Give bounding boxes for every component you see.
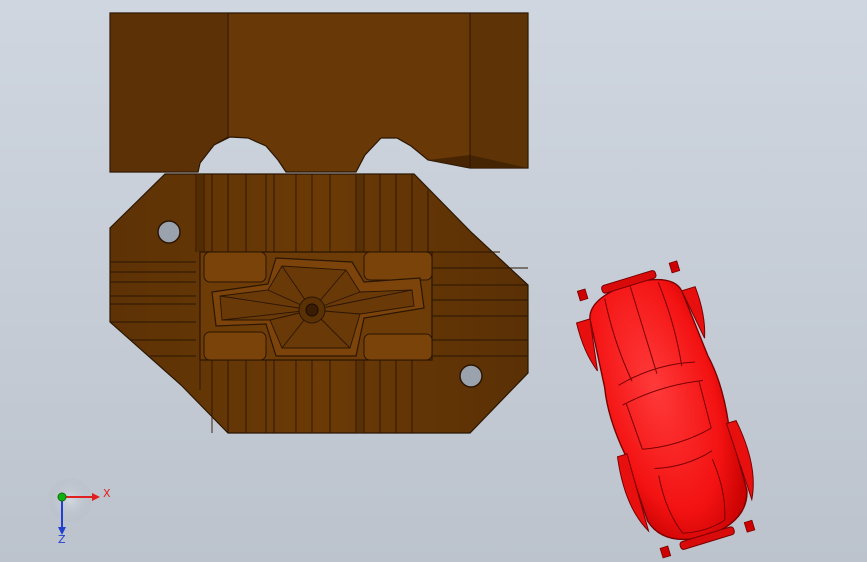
- mold-lower-half[interactable]: [109, 173, 529, 434]
- guide-hole-bottom-right: [459, 364, 483, 388]
- viewport-canvas[interactable]: X Z: [0, 0, 867, 562]
- mold-upper-half[interactable]: [109, 12, 529, 173]
- cavity-block[interactable]: [199, 251, 433, 361]
- z-axis-label: Z: [58, 533, 66, 546]
- toy-car[interactable]: [565, 257, 771, 562]
- x-axis-label: X: [103, 487, 111, 500]
- 3d-viewport[interactable]: X Z: [0, 0, 867, 562]
- reference-triad[interactable]: X Z: [48, 478, 111, 546]
- y-axis-dot: [57, 492, 67, 502]
- guide-hole-top-left: [157, 220, 181, 244]
- triad-shade: [48, 478, 92, 522]
